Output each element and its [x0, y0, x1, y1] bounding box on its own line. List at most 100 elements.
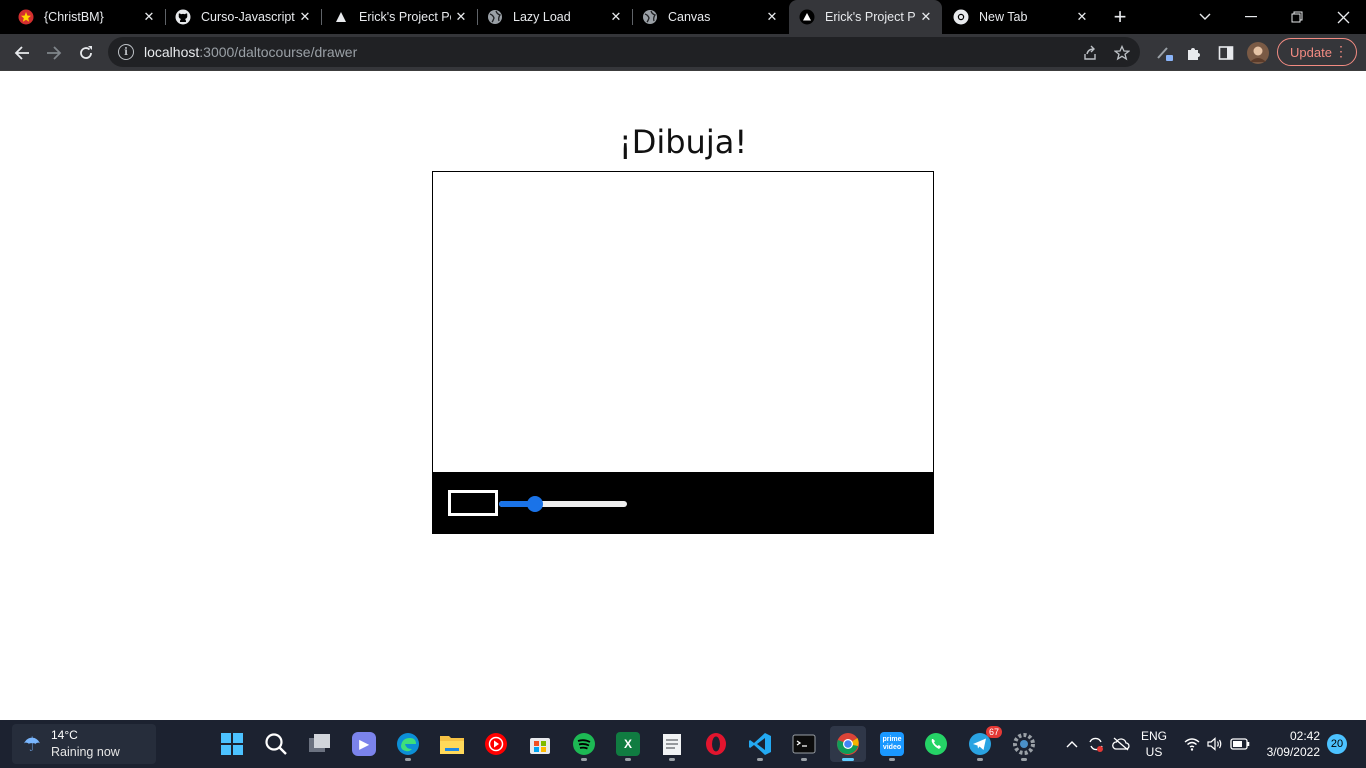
- prime-video-icon[interactable]: prime video: [874, 726, 910, 762]
- telegram-icon[interactable]: 67: [962, 726, 1002, 762]
- tab-christbm[interactable]: {ChristBM} ✕: [0, 0, 166, 34]
- tab-ericks-project-active[interactable]: Erick's Project Po ✕: [789, 0, 942, 34]
- tab-title: Erick's Project Po: [359, 10, 451, 24]
- brush-size-slider[interactable]: [499, 496, 627, 512]
- bookmark-button[interactable]: [1108, 39, 1136, 67]
- new-tab-button[interactable]: +: [1108, 4, 1132, 29]
- close-tab-icon[interactable]: ✕: [139, 7, 159, 27]
- windows-taskbar: ☂ 14°C Raining now ▶ X prime video 67 EN…: [0, 720, 1366, 768]
- slider-thumb[interactable]: [527, 496, 543, 512]
- tab-ericks-project-1[interactable]: Erick's Project Po ✕: [321, 0, 478, 34]
- notepad-icon[interactable]: [654, 726, 690, 762]
- lang-region: US: [1145, 745, 1163, 759]
- update-label: Update: [1290, 44, 1332, 60]
- edge-icon[interactable]: [390, 726, 426, 762]
- clock-time: 02:42: [1289, 729, 1320, 743]
- close-tab-icon[interactable]: ✕: [295, 7, 315, 27]
- restore-icon: [1291, 11, 1303, 23]
- browser-toolbar: i localhost:3000/daltocourse/drawer: [0, 34, 1366, 71]
- extension-eyedropper-button[interactable]: [1150, 39, 1178, 67]
- running-indicator: [581, 758, 587, 761]
- running-indicator: [669, 758, 675, 761]
- reload-button[interactable]: [72, 39, 100, 67]
- battery-icon[interactable]: [1229, 720, 1251, 768]
- spotify-icon[interactable]: [566, 726, 602, 762]
- teams-chat-icon[interactable]: ▶: [346, 726, 382, 762]
- close-tab-icon[interactable]: ✕: [916, 7, 936, 27]
- avatar: [1247, 42, 1269, 64]
- tab-canvas[interactable]: Canvas ✕: [632, 0, 788, 34]
- restore-button[interactable]: [1274, 0, 1320, 34]
- tab-strip: {ChristBM} ✕ Curso-Javascript- ✕ Erick's…: [0, 0, 1366, 34]
- arrow-left-icon: [14, 46, 29, 60]
- opera-icon[interactable]: [698, 726, 734, 762]
- drawing-canvas[interactable]: [432, 171, 934, 473]
- input-language-indicator[interactable]: ENG US: [1139, 728, 1169, 760]
- extensions-button[interactable]: [1180, 39, 1208, 67]
- weather-widget[interactable]: ☂ 14°C Raining now: [12, 724, 156, 764]
- site-info-icon[interactable]: i: [118, 44, 134, 60]
- close-tab-icon[interactable]: ✕: [451, 7, 471, 27]
- youtube-music-icon[interactable]: [478, 726, 514, 762]
- whatsapp-icon[interactable]: [918, 726, 954, 762]
- url-text: localhost:3000/daltocourse/drawer: [144, 44, 357, 60]
- triangle-icon: [333, 9, 349, 25]
- running-indicator: [625, 758, 631, 761]
- sync-icon[interactable]: [1086, 720, 1106, 768]
- close-tab-icon[interactable]: ✕: [606, 7, 626, 27]
- weather-temp: 14°C: [51, 728, 78, 742]
- star-icon: [1114, 45, 1130, 61]
- profile-button[interactable]: [1244, 39, 1272, 67]
- minimize-icon: [1245, 16, 1257, 18]
- running-indicator: [842, 758, 854, 761]
- chrome-icon: [953, 9, 969, 25]
- address-bar[interactable]: i localhost:3000/daltocourse/drawer: [108, 37, 1140, 67]
- close-icon: [1337, 11, 1349, 23]
- update-button[interactable]: Update ⋮: [1277, 38, 1357, 66]
- color-picker[interactable]: [448, 490, 498, 516]
- notification-count-badge[interactable]: 20: [1327, 734, 1347, 754]
- share-button[interactable]: [1076, 39, 1104, 67]
- volume-icon[interactable]: [1205, 720, 1225, 768]
- page-content: ¡Dibuja!: [0, 71, 1366, 720]
- puzzle-icon: [1188, 48, 1200, 60]
- terminal-icon[interactable]: [786, 726, 822, 762]
- tab-title: Canvas: [668, 10, 711, 24]
- close-tab-icon[interactable]: ✕: [762, 7, 782, 27]
- cloud-off-icon[interactable]: [1110, 720, 1132, 768]
- close-window-button[interactable]: [1320, 0, 1366, 34]
- settings-icon[interactable]: [1006, 726, 1042, 762]
- clock[interactable]: 02:42 3/09/2022: [1256, 728, 1320, 760]
- show-hidden-icons-button[interactable]: [1062, 720, 1082, 768]
- running-indicator: [801, 758, 807, 761]
- vscode-icon[interactable]: [742, 726, 778, 762]
- chrome-icon[interactable]: [830, 726, 866, 762]
- excel-icon[interactable]: X: [610, 726, 646, 762]
- wifi-icon[interactable]: [1182, 720, 1202, 768]
- tab-search-button[interactable]: [1182, 0, 1228, 34]
- search-icon[interactable]: [258, 726, 294, 762]
- clock-date: 3/09/2022: [1266, 745, 1320, 759]
- drawing-controls: [432, 472, 934, 534]
- side-panel-button[interactable]: [1212, 39, 1240, 67]
- store-icon[interactable]: [522, 726, 558, 762]
- tab-title: Curso-Javascript-: [201, 10, 295, 24]
- windows-start-icon[interactable]: [214, 726, 250, 762]
- more-vert-icon[interactable]: ⋮: [1334, 43, 1348, 60]
- page-heading: ¡Dibuja!: [618, 123, 748, 161]
- github-icon: [175, 9, 191, 25]
- eyedropper-icon: [1157, 47, 1173, 61]
- running-indicator: [757, 758, 763, 761]
- task-view-icon[interactable]: [302, 726, 338, 762]
- back-button[interactable]: [8, 39, 36, 67]
- telegram-badge: 67: [986, 726, 1002, 738]
- tab-lazy-load[interactable]: Lazy Load ✕: [477, 0, 633, 34]
- tab-new-tab[interactable]: New Tab ✕: [943, 0, 1098, 34]
- file-explorer-icon[interactable]: [434, 726, 470, 762]
- minimize-button[interactable]: [1228, 0, 1274, 34]
- tab-curso-javascript[interactable]: Curso-Javascript- ✕: [165, 0, 322, 34]
- forward-button[interactable]: [40, 39, 68, 67]
- close-tab-icon[interactable]: ✕: [1072, 7, 1092, 27]
- running-indicator: [1021, 758, 1027, 761]
- tab-title: Erick's Project Po: [825, 10, 916, 24]
